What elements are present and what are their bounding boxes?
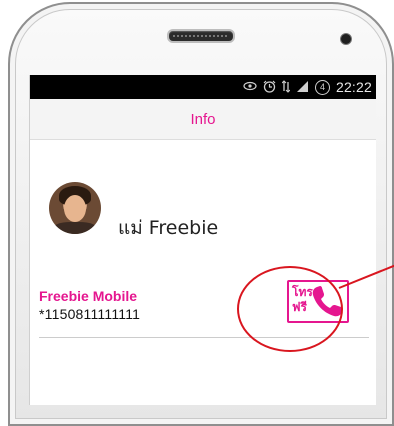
status-clock: 22:22 bbox=[335, 79, 372, 95]
earpiece-speaker bbox=[167, 29, 235, 43]
front-camera bbox=[340, 33, 352, 45]
contact-name: แม่ Freebie bbox=[118, 217, 219, 239]
phone-number: *1150811111111 bbox=[39, 306, 141, 322]
page-title: Info bbox=[190, 110, 216, 128]
notification-badge: 4 bbox=[314, 79, 330, 95]
avatar-face bbox=[64, 195, 86, 222]
phone-label: Freebie Mobile bbox=[39, 288, 138, 304]
avatar[interactable] bbox=[49, 182, 101, 234]
eye-icon bbox=[243, 81, 257, 93]
avatar-shirt bbox=[52, 222, 98, 234]
alarm-icon bbox=[263, 80, 276, 95]
phone-screen: 4 22:22 Info แม่ Freebie Freebie Mobile … bbox=[29, 75, 376, 405]
highlight-circle bbox=[237, 266, 343, 352]
data-arrows-icon bbox=[281, 79, 291, 95]
app-header: Info bbox=[30, 99, 376, 140]
status-bar: 4 22:22 bbox=[30, 75, 376, 99]
signal-icon bbox=[296, 80, 309, 94]
